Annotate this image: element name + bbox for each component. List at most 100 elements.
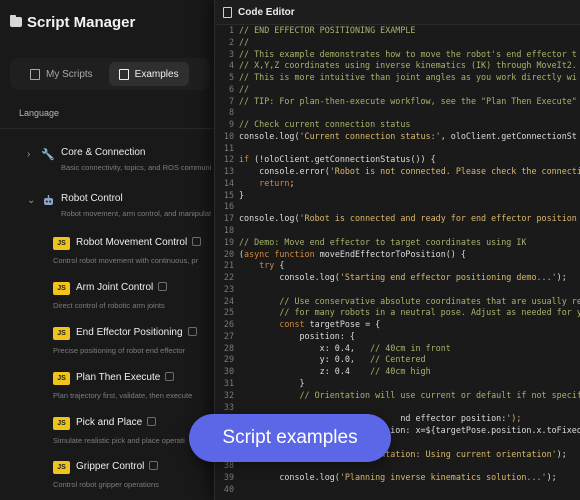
code-line: 30 z: 0.4 // 40cm high xyxy=(215,366,580,378)
line-number: 33 xyxy=(223,401,234,412)
code-line: 6 // xyxy=(215,84,580,96)
code-line: 11 xyxy=(215,143,580,155)
line-text: } xyxy=(239,189,245,200)
line-number: 25 xyxy=(223,307,234,318)
script-description: Plan trajectory first, validate, then ex… xyxy=(53,391,193,400)
code-line: 10 console.log('Current connection status… xyxy=(215,131,580,143)
code-line: 14 return; xyxy=(215,178,580,190)
line-text: const targetPose = { xyxy=(279,319,381,330)
line-text: // TIP: For plan-then-execute workflow, … xyxy=(239,95,577,106)
tab-label: Examples xyxy=(134,68,179,80)
line-number: 2 xyxy=(228,36,234,47)
code-line: 32 // Orientation will use current or de… xyxy=(215,390,580,402)
code-line: 25 // for many robots in a neutral pose.… xyxy=(215,307,580,319)
preview-icon xyxy=(147,416,157,426)
script-description: Control robot gripper operations xyxy=(53,480,159,489)
line-text: // for many robots in a neutral pose. Ad… xyxy=(239,307,580,318)
code-line: 28 x: 0.4, // 40cm in front xyxy=(215,343,580,355)
script-item-robot-movement-control[interactable]: JS Robot Movement Control Control robot … xyxy=(0,236,214,281)
line-text: try { xyxy=(259,260,285,271)
code-line: 12 if (!oloClient.getConnectionStatus()) … xyxy=(215,154,580,166)
line-text: // END EFFECTOR POSITIONING EXAMPLE xyxy=(239,25,416,35)
code-line: 23 xyxy=(215,284,580,296)
line-text: console.log('Current connection status:'… xyxy=(239,130,577,141)
app-title: Script Manager xyxy=(27,13,136,31)
line-number: 14 xyxy=(223,177,234,188)
line-number: 9 xyxy=(228,119,234,130)
tab-my-scripts[interactable]: My Scripts xyxy=(20,62,103,86)
javascript-icon: JS xyxy=(53,282,70,295)
code-line: 7 // TIP: For plan-then-execute workflow,… xyxy=(215,96,580,108)
line-text: return; xyxy=(259,177,295,188)
script-name-wrap: Plan Then Execute xyxy=(76,371,175,383)
line-number: 32 xyxy=(223,389,234,400)
chevron-right-icon: › xyxy=(27,149,31,160)
code-line: 1 // END EFFECTOR POSITIONING EXAMPLE xyxy=(215,25,580,37)
code-line: 9 // Check current connection status xyxy=(215,119,580,131)
script-item-end-effector-positioning[interactable]: JS End Effector Positioning Precise posi… xyxy=(0,326,214,371)
line-number: 21 xyxy=(223,260,234,271)
line-number: 1 xyxy=(228,25,234,35)
line-number: 3 xyxy=(228,48,234,59)
code-line: 19 // Demo: Move end effector to target c… xyxy=(215,237,580,249)
line-text: console.log('Planning inverse kinematics… xyxy=(239,472,557,483)
line-text: // Use conservative absolute coordinates… xyxy=(239,295,580,306)
script-name: Plan Then Execute xyxy=(76,372,161,383)
script-item-gripper-control[interactable]: JS Gripper Control Control robot gripper… xyxy=(0,460,214,500)
language-label: Language xyxy=(19,108,60,118)
code-line: 18 xyxy=(215,225,580,237)
line-number: 38 xyxy=(223,460,234,471)
document-icon xyxy=(223,6,232,18)
code-line: 4 // X,Y,Z coordinates using inverse kine… xyxy=(215,60,580,72)
script-name-wrap: Gripper Control xyxy=(76,460,159,472)
script-name: End Effector Positioning xyxy=(76,327,183,338)
script-description: Direct control of robotic arm joints xyxy=(53,301,165,310)
code-line: 17 console.log('Robot is connected and re… xyxy=(215,213,580,225)
line-number: 11 xyxy=(223,142,234,153)
line-text: // xyxy=(239,36,250,47)
line-number: 24 xyxy=(223,295,234,306)
script-item-plan-then-execute[interactable]: JS Plan Then Execute Plan trajectory fir… xyxy=(0,371,214,416)
line-number: 8 xyxy=(228,107,234,118)
script-name-wrap: Arm Joint Control xyxy=(76,281,168,293)
code-line: 31 } xyxy=(215,378,580,390)
line-number: 19 xyxy=(223,236,234,247)
document-icon xyxy=(30,68,40,80)
line-text: // xyxy=(239,83,250,94)
script-name-wrap: Pick and Place xyxy=(76,416,157,428)
line-number: 20 xyxy=(223,248,234,259)
category-name: Robot Control xyxy=(61,193,123,204)
script-item-pick-and-place[interactable]: JS Pick and Place Simulate realistic pic… xyxy=(0,416,214,461)
category-description: Basic connectivity, topics, and ROS comm… xyxy=(61,163,211,172)
tab-examples[interactable]: Examples xyxy=(108,62,189,86)
preview-icon xyxy=(158,281,168,291)
javascript-icon: JS xyxy=(53,237,70,250)
script-manager-panel: Script Manager My Scripts Examples Langu… xyxy=(0,0,214,500)
line-number: 18 xyxy=(223,225,234,236)
line-number: 27 xyxy=(223,330,234,341)
line-text: console.error('Robot is not connected. P… xyxy=(239,166,580,177)
robot-icon xyxy=(41,193,55,207)
code-line: 20 (async function moveEndEffectorToPosit… xyxy=(215,249,580,261)
line-text: x: 0.4, // 40cm in front xyxy=(239,342,451,353)
code-line: 24 // Use conservative absolute coordina… xyxy=(215,296,580,308)
line-number: 13 xyxy=(223,166,234,177)
line-number: 29 xyxy=(223,354,234,365)
line-number: 12 xyxy=(223,154,234,165)
line-text: // This is more intuitive than joint ang… xyxy=(239,72,577,83)
script-item-arm-joint-control[interactable]: JS Arm Joint Control Direct control of r… xyxy=(0,281,214,326)
script-description: Precise positioning of robot end effecto… xyxy=(53,346,186,355)
code-line: 29 y: 0.0, // Centered xyxy=(215,354,580,366)
code-line: 38 xyxy=(215,460,580,472)
code-line: 27 position: { xyxy=(215,331,580,343)
line-number: 15 xyxy=(223,189,234,200)
tab-label: My Scripts xyxy=(46,68,93,80)
code-line: 16 xyxy=(215,201,580,213)
line-number: 17 xyxy=(223,213,234,224)
line-number: 4 xyxy=(228,60,234,71)
line-text: // X,Y,Z coordinates using inverse kinem… xyxy=(239,60,577,71)
line-text: z: 0.4 // 40cm high xyxy=(239,366,431,377)
code-line: 33 xyxy=(215,402,580,414)
line-number: 30 xyxy=(223,366,234,377)
line-number: 31 xyxy=(223,377,234,388)
